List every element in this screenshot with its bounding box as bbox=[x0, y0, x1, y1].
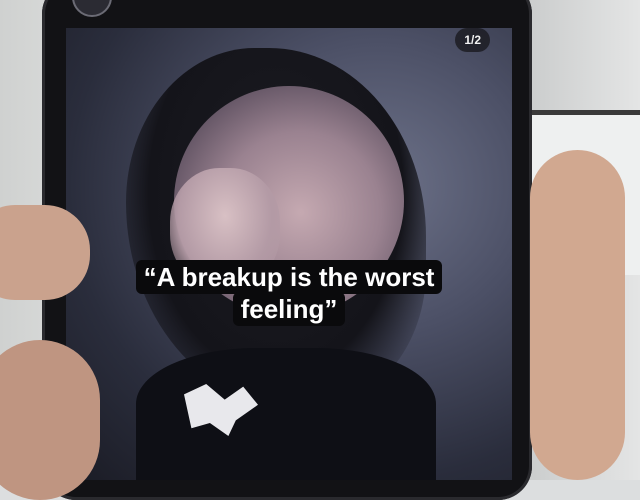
caption-overlay: “A breakup is the worst feeling” bbox=[66, 260, 512, 326]
profile-avatar[interactable] bbox=[72, 0, 112, 17]
left-thumb bbox=[0, 205, 90, 300]
caption-line-1: “A breakup is the worst bbox=[135, 260, 443, 294]
photo-shirt bbox=[136, 348, 436, 480]
post-header bbox=[72, 0, 492, 17]
caption-line-2: feeling” bbox=[232, 292, 346, 326]
left-finger bbox=[0, 340, 100, 500]
right-finger bbox=[530, 150, 625, 480]
page-indicator-badge: 1/2 bbox=[455, 28, 490, 52]
post-media[interactable]: 1/2 “A breakup is the worst feeling” bbox=[66, 28, 512, 480]
